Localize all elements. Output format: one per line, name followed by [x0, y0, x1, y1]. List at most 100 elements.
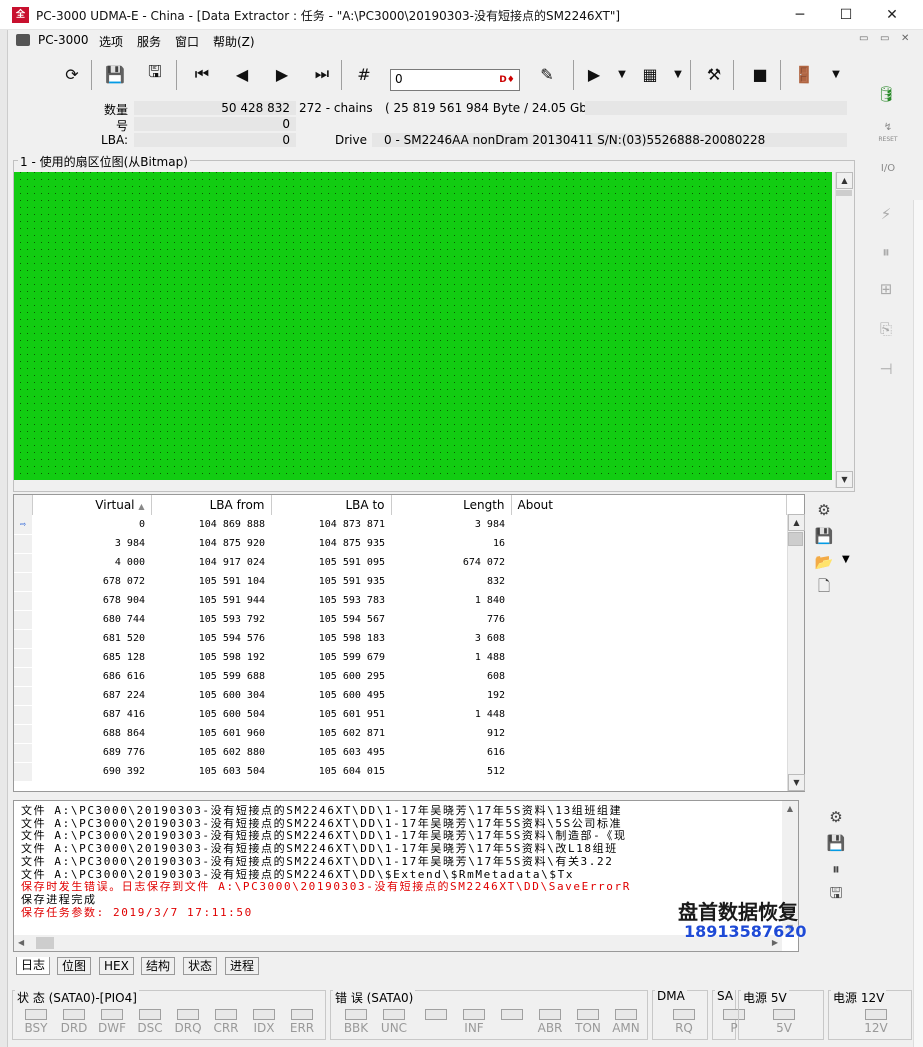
row-header[interactable] — [14, 724, 32, 744]
pin-icon[interactable]: ⚡ — [872, 200, 900, 228]
table-row[interactable]: 685 128 105 598 192 105 599 679 1 488 — [14, 648, 787, 668]
grid-dropdown-icon[interactable]: ▼ — [664, 58, 692, 90]
log-save-icon[interactable]: 💾 — [822, 829, 850, 857]
next-record-icon[interactable]: ▶ — [268, 58, 296, 90]
row-header[interactable] — [14, 610, 32, 630]
log-hscrollbar[interactable]: ◀ ▶ — [14, 935, 782, 951]
reset-icon[interactable]: ↯ RESET — [874, 122, 902, 144]
table-row[interactable]: 689 776 105 602 880 105 603 495 616 — [14, 743, 787, 763]
tools-icon[interactable]: ⚒ — [700, 58, 728, 90]
table-row[interactable]: 678 072 105 591 104 105 591 935 832 — [14, 572, 787, 592]
col-lba-to[interactable]: LBA to — [271, 495, 392, 515]
row-header[interactable] — [14, 743, 32, 763]
scroll-up-icon[interactable]: ▲ — [836, 172, 853, 189]
row-header[interactable] — [14, 762, 32, 782]
col-about[interactable]: About — [511, 495, 787, 515]
col-lba-from[interactable]: LBA from — [151, 495, 272, 515]
col-length[interactable]: Length — [391, 495, 512, 515]
play-icon[interactable]: ▶ — [580, 58, 608, 90]
save-all-icon[interactable]: 🖫 — [141, 58, 169, 90]
row-header[interactable] — [14, 705, 32, 725]
prev-record-icon[interactable]: ◀ — [228, 58, 256, 90]
log-pause-icon[interactable]: ⏸ — [822, 855, 850, 883]
exit-icon[interactable]: 🚪 — [790, 58, 818, 90]
stop-icon[interactable]: ■ — [746, 58, 774, 90]
menu-options[interactable]: 选项 — [99, 33, 123, 50]
close-button[interactable]: ✕ — [869, 0, 915, 30]
table-row[interactable]: 678 904 105 591 944 105 593 783 1 840 — [14, 591, 787, 611]
tab-log[interactable]: 日志 — [16, 957, 51, 975]
save-icon[interactable]: 💾 — [101, 58, 129, 90]
row-header[interactable] — [14, 534, 32, 554]
table-open-dropdown-icon[interactable]: ▼ — [842, 554, 850, 565]
col-virtual[interactable]: Virtual — [95, 498, 134, 512]
mdi-close-button[interactable]: ✕ — [901, 33, 909, 44]
database-icon[interactable]: 🛢 — [872, 80, 900, 108]
refresh-icon[interactable]: ⟳ — [58, 58, 86, 90]
tab-process[interactable]: 进程 — [225, 957, 260, 975]
table-row[interactable]: 690 392 105 603 504 105 604 015 512 — [14, 762, 787, 782]
table-row[interactable]: 687 224 105 600 304 105 600 495 192 — [14, 686, 787, 706]
grid-icon[interactable]: ▦ — [636, 58, 664, 90]
table-row[interactable]: 686 616 105 599 688 105 600 295 608 — [14, 667, 787, 687]
row-header[interactable] — [14, 629, 32, 649]
bitmap-scrollbar[interactable]: ▲ ▼ — [835, 172, 853, 488]
table-row[interactable]: 680 744 105 593 792 105 594 567 776 — [14, 610, 787, 630]
table-settings-icon[interactable]: ⚙ — [810, 496, 838, 524]
connector-icon[interactable]: ⊣ — [872, 355, 900, 383]
table-scrollbar[interactable]: ▲ ▼ — [787, 514, 805, 791]
number-icon[interactable]: # — [350, 58, 378, 90]
table-row[interactable]: 687 416 105 600 504 105 601 951 1 448 — [14, 705, 787, 725]
play-dropdown-icon[interactable]: ▼ — [608, 58, 636, 90]
table-scroll-thumb[interactable] — [788, 532, 803, 546]
table-row[interactable]: 681 520 105 594 576 105 598 183 3 608 — [14, 629, 787, 649]
log-settings-icon[interactable]: ⚙ — [822, 803, 850, 831]
row-header[interactable] — [14, 553, 32, 573]
row-header[interactable] — [14, 686, 32, 706]
row-header[interactable] — [14, 591, 32, 611]
tab-bitmap[interactable]: 位图 — [57, 957, 92, 975]
pause-icon[interactable]: ⏸ — [872, 238, 900, 266]
mdi-minimize-button[interactable]: ▭ — [859, 33, 868, 44]
first-record-icon[interactable]: ⏮ — [188, 58, 216, 90]
last-record-icon[interactable]: ⏭ — [308, 58, 336, 90]
table-page-icon[interactable]: 🗋 — [810, 574, 838, 602]
table-row[interactable]: 4 000 104 917 024 105 591 095 674 072 — [14, 553, 787, 573]
row-header[interactable] — [14, 648, 32, 668]
scroll-thumb[interactable] — [836, 190, 852, 196]
table-open-icon[interactable]: 📂 — [810, 548, 838, 576]
menu-help[interactable]: 帮助(Z) — [213, 33, 255, 50]
tab-structure[interactable]: 结构 — [141, 957, 176, 975]
menu-window[interactable]: 窗口 — [175, 33, 199, 50]
table-scroll-up-icon[interactable]: ▲ — [788, 514, 805, 531]
table-row[interactable]: ⇨ 0 104 869 888 104 873 871 3 984 — [14, 515, 787, 535]
tab-status[interactable]: 状态 — [183, 957, 218, 975]
current-row-icon[interactable]: ⇨ — [14, 515, 32, 535]
row-header[interactable] — [14, 667, 32, 687]
cell-virtual: 687 416 — [102, 709, 145, 720]
row-header[interactable] — [14, 572, 32, 592]
minimize-button[interactable]: ─ — [777, 0, 823, 30]
sector-bitmap[interactable] — [14, 172, 832, 480]
log-export-icon[interactable]: 🖫 — [822, 881, 850, 909]
mdi-restore-button[interactable]: ▭ — [880, 33, 889, 44]
table-save-icon[interactable]: 💾 — [810, 522, 838, 550]
log-scroll-left-icon[interactable]: ◀ — [18, 938, 24, 947]
table-scroll-down-icon[interactable]: ▼ — [788, 774, 805, 791]
tab-hex[interactable]: HEX — [99, 957, 134, 975]
scroll-down-icon[interactable]: ▼ — [836, 471, 853, 488]
log-hscroll-thumb[interactable] — [36, 937, 54, 949]
status-led — [463, 1009, 485, 1020]
menu-service[interactable]: 服务 — [137, 33, 161, 50]
exit-dropdown-icon[interactable]: ▼ — [822, 58, 850, 90]
io-icon[interactable]: I/O — [874, 163, 902, 174]
record-input[interactable]: 0 D♦ — [390, 69, 520, 91]
copy-icon[interactable]: ⎘ — [872, 315, 900, 343]
table-row[interactable]: 3 984 104 875 920 104 875 935 16 — [14, 534, 787, 554]
table-row[interactable]: 688 864 105 601 960 105 602 871 912 — [14, 724, 787, 744]
log-scroll-up-icon[interactable]: ▲ — [782, 801, 798, 813]
chip-icon[interactable]: ⊞ — [872, 275, 900, 303]
maximize-button[interactable]: ☐ — [823, 0, 869, 30]
menu-pc3000[interactable]: PC-3000 — [38, 33, 88, 47]
edit-icon[interactable]: ✎ — [533, 58, 561, 90]
